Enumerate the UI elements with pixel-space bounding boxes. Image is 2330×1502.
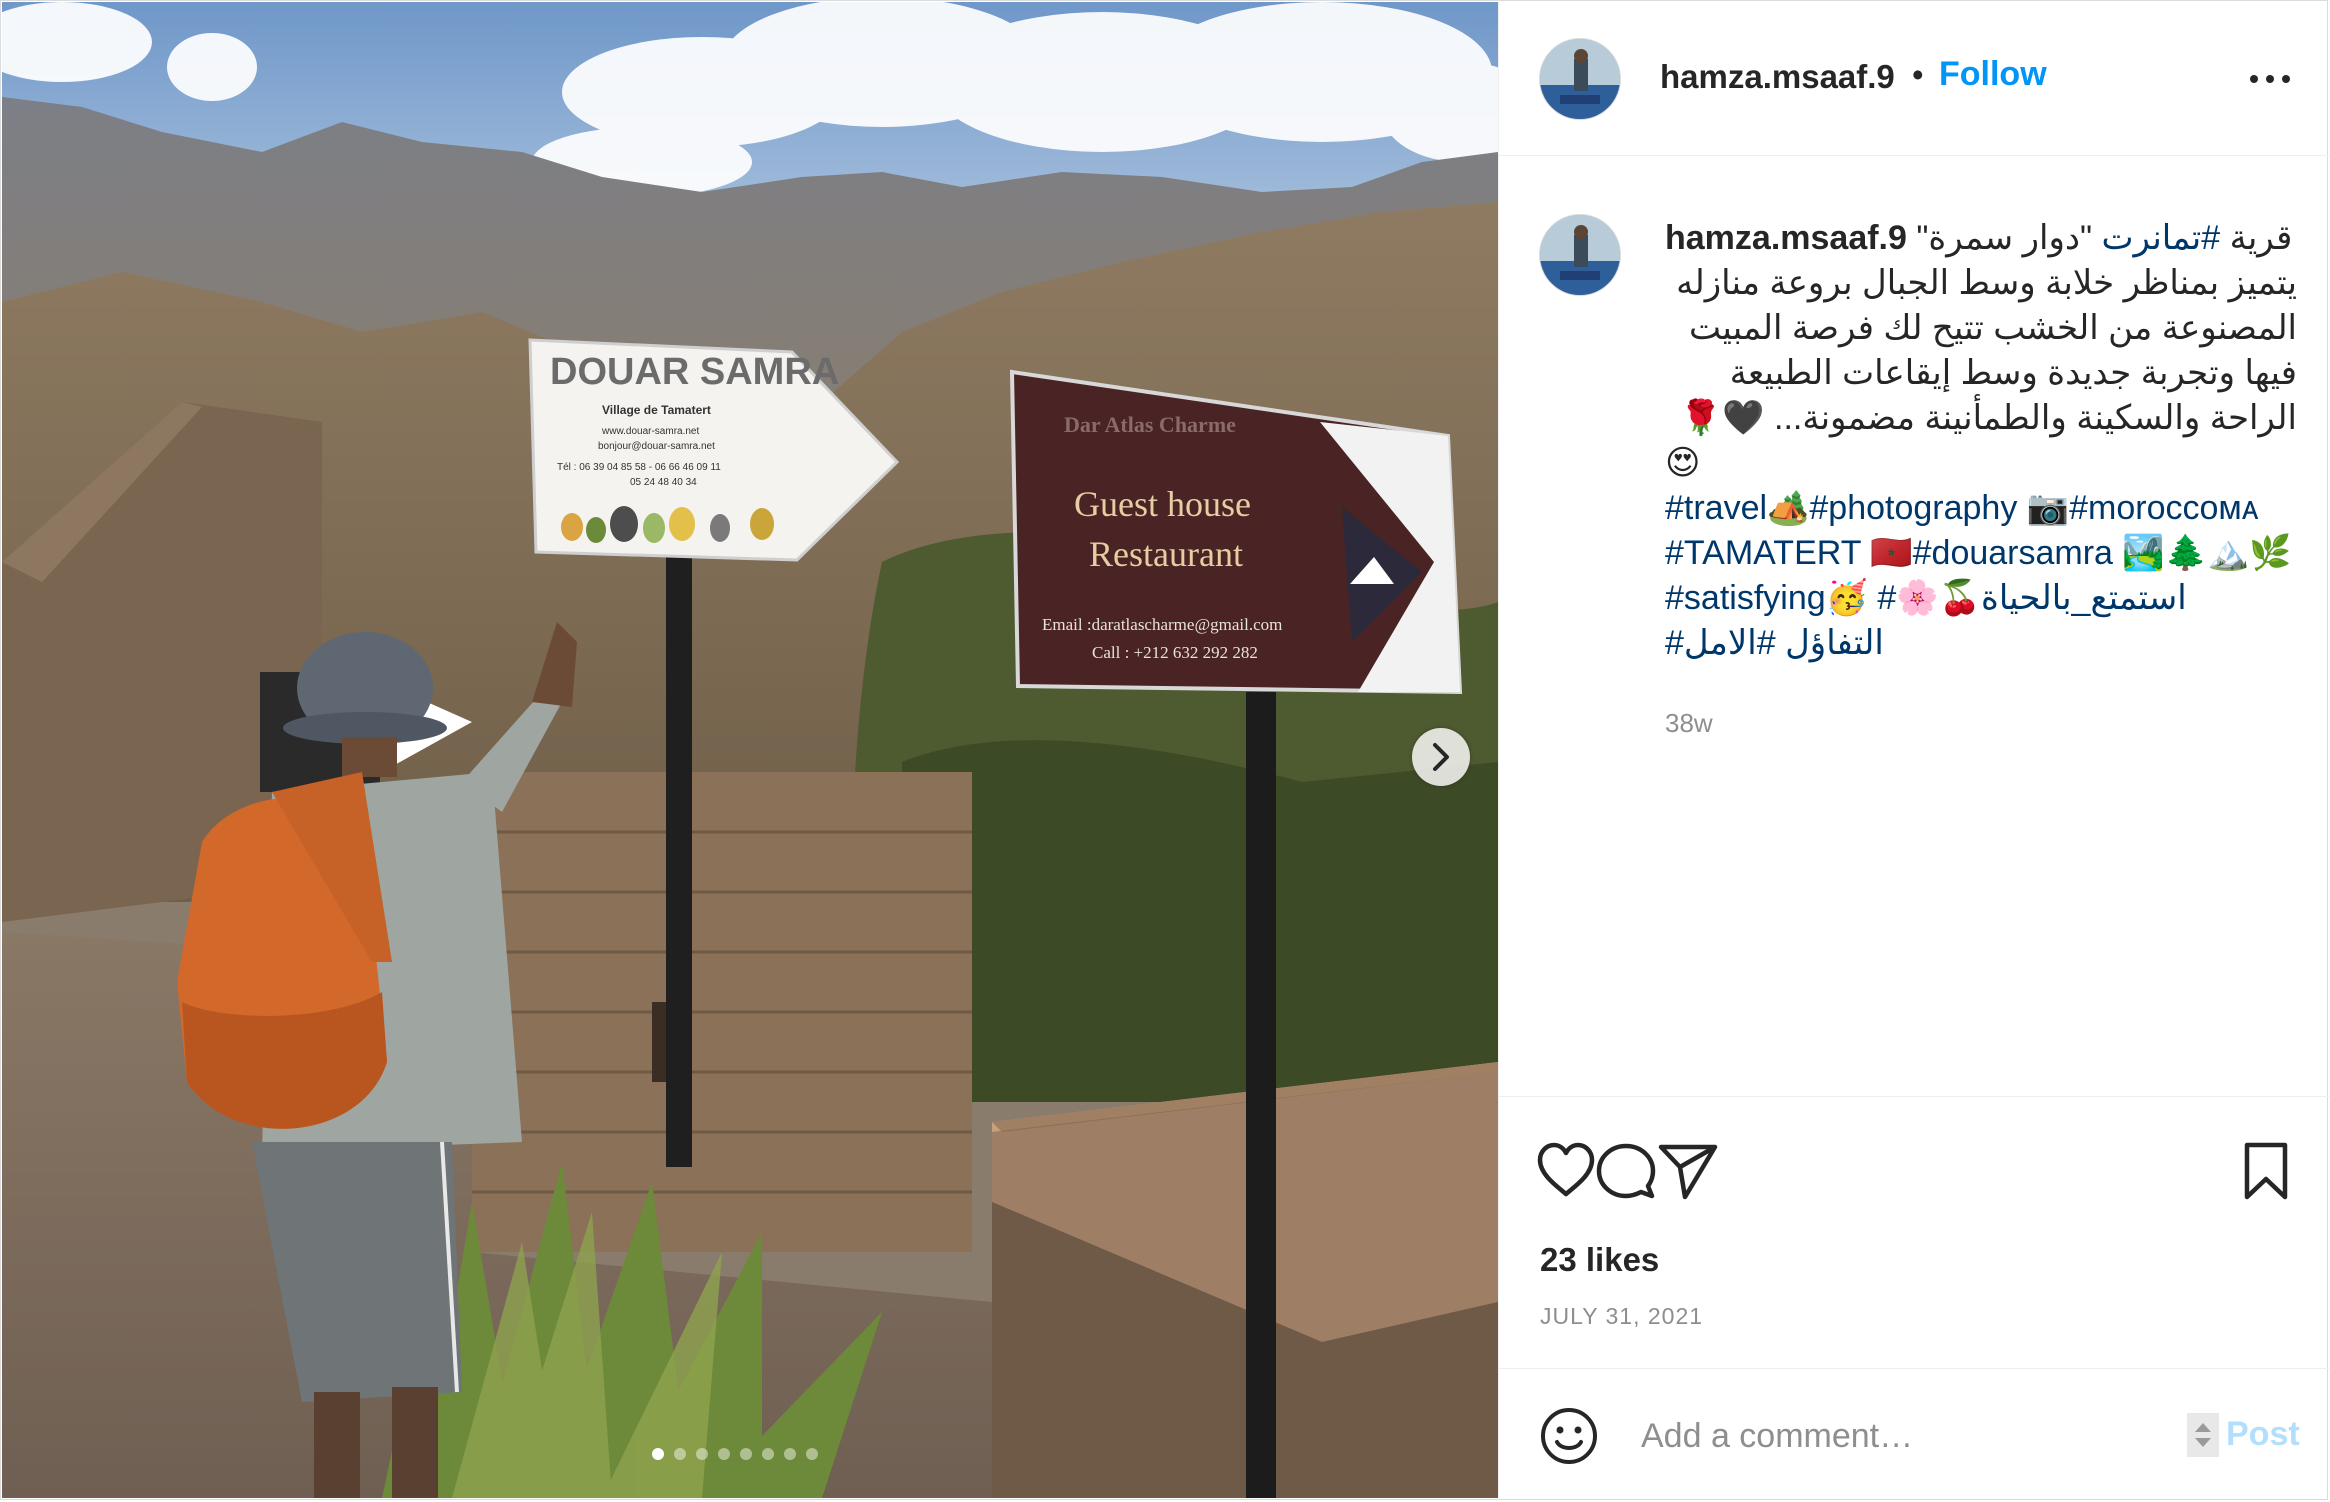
sign-right-line2: Restaurant — [1089, 534, 1243, 574]
paper-plane-icon — [1658, 1144, 1718, 1200]
share-button[interactable] — [1657, 1141, 1719, 1206]
username-link[interactable]: hamza.msaaf.9 — [1660, 58, 1895, 96]
sign-left-web: www.douar-samra.net — [601, 426, 699, 437]
post-sidebar: hamza.msaaf.9 • Follow hamza.msaaf.9 قري… — [1498, 0, 2329, 1500]
action-bar: 23 likes JULY 31, 2021 — [1499, 1096, 2329, 1368]
caption-text-segment: "دوار سمرة" — [1916, 219, 2102, 257]
caption-section: hamza.msaaf.9 قرية #تمانرت "دوار سمرة" ي… — [1499, 156, 2329, 1096]
photo-scene: DOUAR SAMRA Village de Tamatert www.doua… — [2, 2, 1498, 1498]
carousel-dot — [740, 1448, 752, 1460]
like-button[interactable] — [1535, 1141, 1597, 1204]
comment-icon — [1596, 1143, 1656, 1199]
like-count[interactable]: 23 likes — [1540, 1241, 1659, 1279]
emoji-button[interactable] — [1539, 1406, 1599, 1471]
post-header: hamza.msaaf.9 • Follow — [1499, 0, 2329, 156]
smiley-icon — [1541, 1408, 1597, 1464]
more-options-button[interactable] — [2245, 64, 2295, 94]
caption-line-2: يتميز بمناظر خلابة وسط الجبال بروعة مناز… — [1676, 264, 2297, 302]
sign-left-tel: Tél : 06 39 04 85 58 - 06 66 46 09 11 — [557, 462, 721, 473]
caption-username[interactable]: hamza.msaaf.9 — [1665, 219, 1907, 257]
post-comment-button[interactable]: Post — [2226, 1415, 2300, 1454]
sign-left-sub: Village de Tamatert — [602, 403, 711, 417]
avatar-image — [1540, 39, 1620, 119]
separator-dot: • — [1912, 56, 1924, 93]
bookmark-icon — [2244, 1142, 2288, 1200]
carousel-next-button[interactable] — [1412, 728, 1470, 786]
hashtag-line[interactable]: #TAMATERT 🇲🇦#douarsamra 🏞️🌲🏔️🌿 — [1665, 531, 2297, 576]
comment-input[interactable] — [1639, 1407, 2143, 1465]
caption-text: hamza.msaaf.9 قرية #تمانرت "دوار سمرة" ي… — [1665, 216, 2297, 666]
avatar-image — [1540, 215, 1620, 295]
comment-form: Post — [1499, 1368, 2329, 1500]
caption-line-3: المصنوعة من الخشب تتيح لك فرصة المبيت — [1689, 309, 2297, 347]
carousel-dot — [696, 1448, 708, 1460]
save-button[interactable] — [2241, 1141, 2291, 1206]
hashtag-line[interactable]: #satisfying🥳 #🌸🍒استمتع_بالحياة — [1665, 576, 2297, 621]
post-age[interactable]: 38w — [1665, 708, 1713, 739]
carousel-dot — [762, 1448, 774, 1460]
avatar[interactable] — [1539, 214, 1621, 296]
hashtag-line[interactable]: #التفاؤل #الامل — [1665, 621, 2297, 666]
carousel-dot — [784, 1448, 796, 1460]
comment-button[interactable] — [1595, 1141, 1657, 1206]
carousel-dot — [652, 1448, 664, 1460]
sign-right-call: Call : +212 632 292 282 — [1092, 643, 1258, 662]
arrow-up-icon — [2195, 1423, 2211, 1432]
caption-line-5: الراحة والسكينة والطمأنينة مضمونة... 🖤🌹 — [1679, 399, 2297, 437]
resize-handle[interactable] — [2187, 1413, 2219, 1457]
sign-left-mail: bonjour@douar-samra.net — [598, 441, 715, 452]
post-date[interactable]: JULY 31, 2021 — [1540, 1303, 1703, 1330]
carousel-dot — [674, 1448, 686, 1460]
chevron-right-icon — [1433, 743, 1449, 771]
carousel-dot — [718, 1448, 730, 1460]
arrow-down-icon — [2195, 1438, 2211, 1447]
sign-left-title: DOUAR SAMRA — [550, 351, 839, 393]
sign-right-email: Email :daratlascharme@gmail.com — [1042, 615, 1282, 634]
caption-text-segment: قرية — [2220, 219, 2293, 257]
caption-line-4: فيها وتجربة جديدة وسط إيقاعات الطبيعة — [1729, 354, 2297, 392]
carousel-indicator — [652, 1448, 818, 1460]
heart-icon — [1537, 1142, 1595, 1197]
sign-right-line1: Guest house — [1074, 484, 1251, 524]
sign-right-title: Dar Atlas Charme — [1064, 412, 1236, 437]
hashtag-line[interactable]: #travel🏕️#photography 📷#moroccoᴍᴀ — [1665, 486, 2297, 531]
avatar[interactable] — [1539, 38, 1621, 120]
more-dot-icon — [2266, 75, 2274, 83]
post-photo[interactable]: DOUAR SAMRA Village de Tamatert www.doua… — [2, 2, 1498, 1498]
caption-line-1: hamza.msaaf.9 قرية #تمانرت "دوار سمرة" — [1665, 216, 2297, 261]
sign-left-tel2: 05 24 48 40 34 — [630, 477, 697, 488]
hashtag-link[interactable]: #تمانرت — [2102, 219, 2221, 257]
follow-button[interactable]: Follow — [1939, 55, 2047, 94]
caption-line-6: 😍 — [1665, 444, 1701, 482]
more-dot-icon — [2282, 75, 2290, 83]
carousel-dot — [806, 1448, 818, 1460]
more-dot-icon — [2250, 75, 2258, 83]
